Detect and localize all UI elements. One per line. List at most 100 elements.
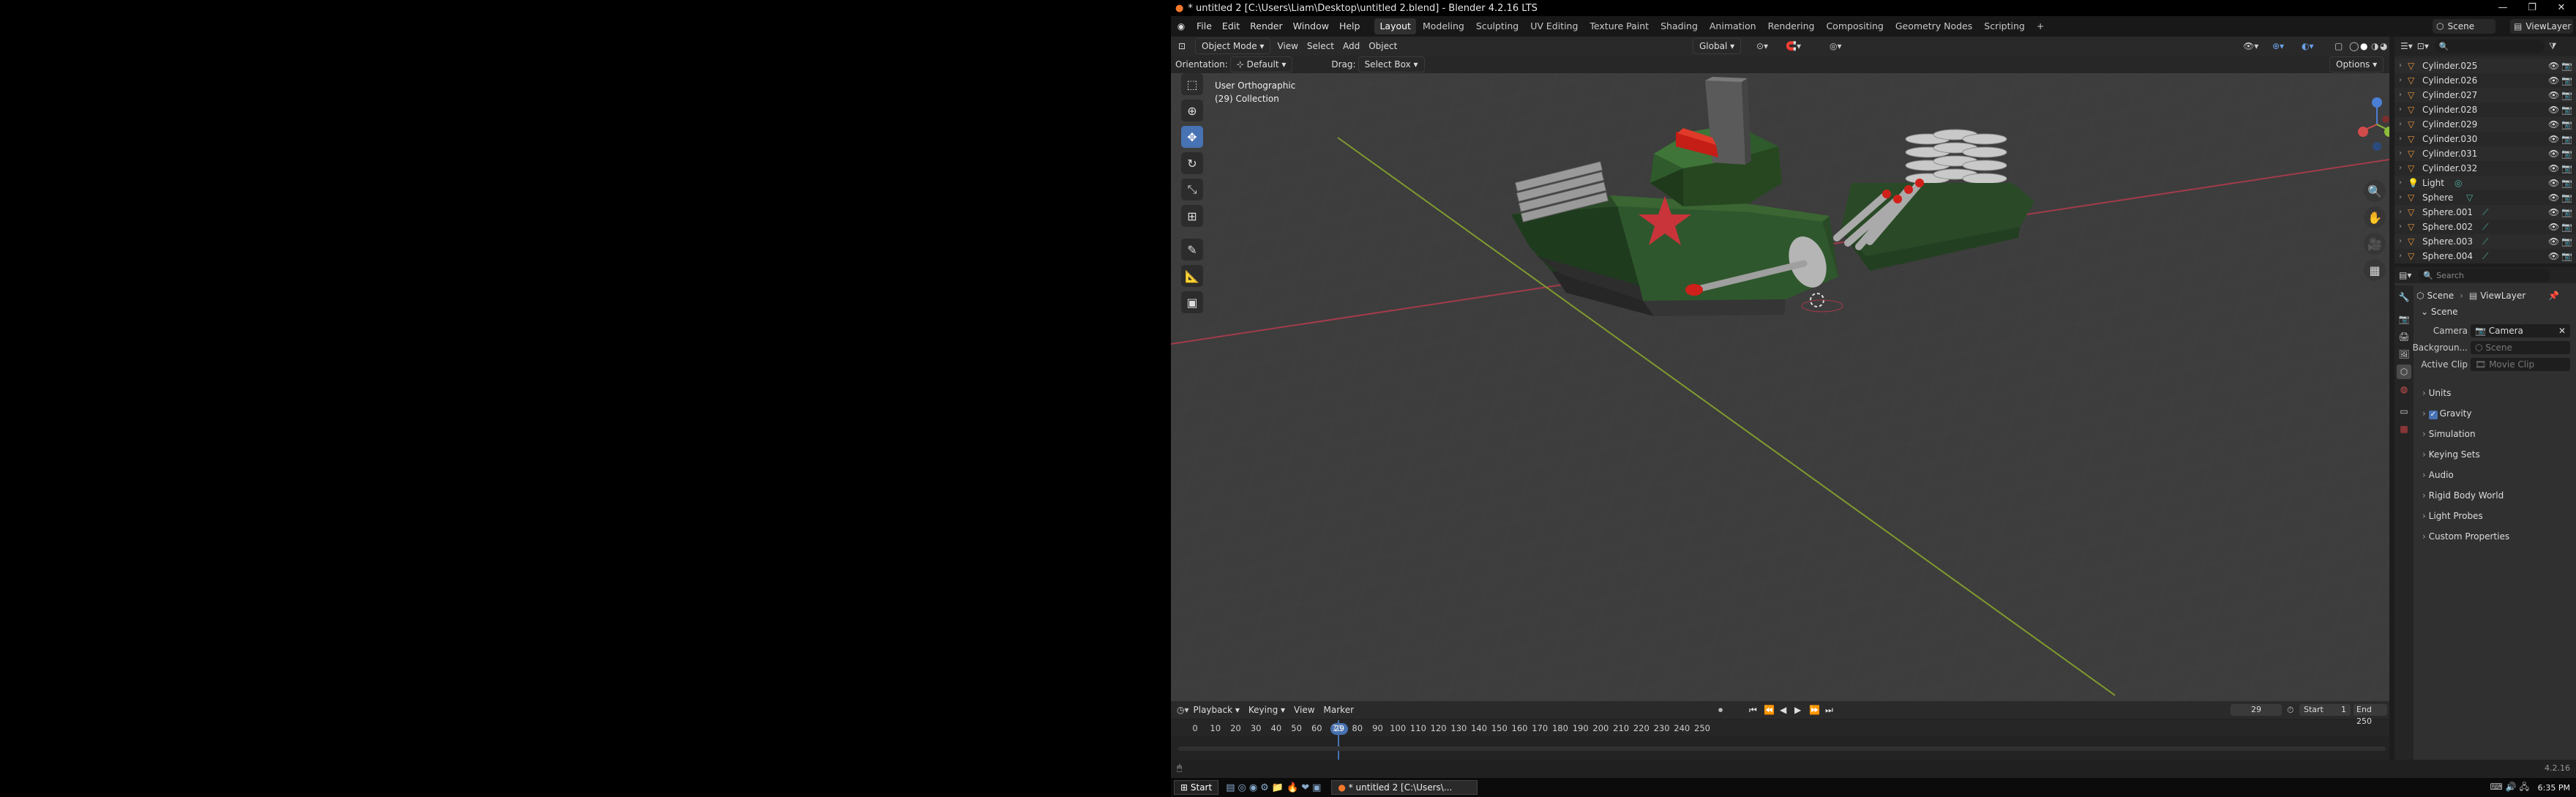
tab-rendering[interactable]: Rendering	[1763, 18, 1820, 34]
active-clip-field[interactable]: 🎞 Movie Clip	[2471, 358, 2570, 371]
tab-geometry-nodes[interactable]: Geometry Nodes	[1890, 18, 1977, 34]
scene-section-header[interactable]: ⌄ Scene	[2416, 304, 2573, 320]
menu-view[interactable]: View	[1273, 38, 1302, 54]
outliner-row[interactable]: › ▽ Cylinder.032 👁 📷	[2395, 161, 2576, 176]
taskbar-quicklaunch-icons[interactable]: ▤◎◉⚙📁🔥❤▣	[1226, 782, 1324, 793]
play-reverse-icon[interactable]: ◀	[1780, 705, 1786, 715]
shading-material-icon[interactable]: ◑	[2371, 41, 2378, 51]
expand-arrow-icon[interactable]: ›	[2399, 190, 2402, 205]
render-camera-icon[interactable]: 📷	[2561, 249, 2572, 263]
outliner-editor-icon[interactable]: ☰▾	[2400, 41, 2413, 51]
editor-type-icon[interactable]: ⊡	[1171, 41, 1193, 51]
gizmo-toggle-icon[interactable]: ⊕▾	[2272, 41, 2284, 51]
perspective-grid-icon[interactable]: ▦	[2364, 259, 2386, 281]
start-button[interactable]: ⊞ Start	[1174, 780, 1219, 795]
render-tab-icon[interactable]: 📷	[2397, 312, 2411, 326]
properties-search-field[interactable]: 🔍 Search	[2419, 269, 2551, 282]
record-icon[interactable]: ⏺	[1718, 705, 1723, 716]
expand-arrow-icon[interactable]: ›	[2399, 205, 2402, 220]
scene-tab-icon[interactable]: ⬡	[2397, 364, 2411, 379]
world-tab-icon[interactable]: ◍	[2397, 382, 2411, 397]
viewport-scene[interactable]	[1171, 37, 2389, 701]
outliner-search-field[interactable]: 🔍	[2434, 40, 2545, 53]
menu-object[interactable]: Object	[1364, 38, 1401, 54]
outliner-row[interactable]: › ▽ Sphere.003 ⟋ 👁 📷	[2395, 234, 2576, 249]
tab-texture-paint[interactable]: Texture Paint	[1584, 18, 1654, 34]
outliner-row[interactable]: › ▽ Cylinder.028 👁 📷	[2395, 102, 2576, 117]
jump-end-icon[interactable]: ⏭	[1825, 705, 1833, 716]
render-camera-icon[interactable]: 📷	[2561, 132, 2572, 146]
outliner-row[interactable]: › ▽ Sphere.002 ⟋ 👁 📷	[2395, 220, 2576, 234]
display-mode-icon[interactable]: ⊡▾	[2417, 41, 2429, 51]
play-icon[interactable]: ▶	[1794, 705, 1801, 715]
texture-tab-icon[interactable]: ▩	[2397, 422, 2411, 436]
menu-file[interactable]: File	[1191, 16, 1217, 37]
close-button[interactable]: ✕	[2547, 0, 2576, 16]
render-camera-icon[interactable]: 📷	[2561, 102, 2572, 117]
timeline-editor-icon[interactable]: ◷▾	[1177, 705, 1189, 715]
menu-marker[interactable]: Marker	[1319, 702, 1358, 718]
tab-animation[interactable]: Animation	[1704, 18, 1761, 34]
jump-start-icon[interactable]: ⏮	[1749, 705, 1757, 716]
render-camera-icon[interactable]: 📷	[2561, 88, 2572, 102]
render-camera-icon[interactable]: 📷	[2561, 73, 2572, 88]
visibility-eye-icon[interactable]: 👁	[2548, 220, 2559, 234]
visibility-eye-icon[interactable]: 👁	[2548, 205, 2559, 220]
tab-uv-editing[interactable]: UV Editing	[1525, 18, 1583, 34]
next-keyframe-icon[interactable]: ⏩	[1809, 705, 1820, 715]
proportional-edit-icon[interactable]: ◎▾	[1830, 41, 1842, 51]
visibility-eye-icon[interactable]: 👁	[2548, 234, 2559, 249]
maximize-button[interactable]: ❐	[2517, 0, 2547, 16]
tab-layout[interactable]: Layout	[1374, 18, 1416, 34]
menu-help[interactable]: Help	[1334, 16, 1366, 37]
snap-icon[interactable]: 🧲▾	[1786, 41, 1801, 51]
expand-arrow-icon[interactable]: ›	[2399, 59, 2402, 73]
menu-add[interactable]: Add	[1338, 38, 1364, 54]
clear-camera-icon[interactable]: ✕	[2558, 324, 2566, 337]
outliner-row[interactable]: › 💡 Light ◎ 👁 📷	[2395, 176, 2576, 190]
render-camera-icon[interactable]: 📷	[2561, 59, 2572, 73]
tab-shading[interactable]: Shading	[1655, 18, 1703, 34]
visibility-eye-icon[interactable]: 👁	[2548, 190, 2559, 205]
viewlayer-selector[interactable]: ▤ ViewLayer	[2510, 19, 2573, 34]
visibility-eye-icon[interactable]: 👁	[2548, 117, 2559, 132]
timeline-scroll[interactable]	[1178, 747, 2386, 751]
expand-arrow-icon[interactable]: ›	[2399, 146, 2402, 161]
gravity-checkbox[interactable]: ✓	[2428, 411, 2438, 419]
menu-playback[interactable]: Playback ▾	[1189, 702, 1244, 718]
outliner-row[interactable]: › ▽ Sphere.004 ⟋ 👁 📷	[2395, 249, 2576, 263]
expand-arrow-icon[interactable]: ›	[2399, 161, 2402, 176]
expand-arrow-icon[interactable]: ›	[2399, 132, 2402, 146]
outliner-row[interactable]: › ▽ Cylinder.026 👁 📷	[2395, 73, 2576, 88]
use-preview-range-icon[interactable]: ⏱	[2287, 705, 2294, 716]
visibility-eye-icon[interactable]: 👁	[2548, 161, 2559, 176]
overlay-toggle-icon[interactable]: ◐▾	[2302, 41, 2314, 51]
menu-edit[interactable]: Edit	[1217, 16, 1245, 37]
expand-arrow-icon[interactable]: ›	[2399, 73, 2402, 88]
menu-timeline-view[interactable]: View	[1289, 702, 1319, 718]
menu-render[interactable]: Render	[1245, 16, 1288, 37]
outliner-row[interactable]: › ▽ Cylinder.027 👁 📷	[2395, 88, 2576, 102]
collection-tab-icon[interactable]: ▭	[2397, 404, 2411, 419]
pin-icon[interactable]: 📌	[2548, 291, 2559, 301]
outliner-row[interactable]: › ▽ Cylinder.030 👁 📷	[2395, 132, 2576, 146]
3d-viewport[interactable]: ⬚ ⊕ ✥ ↻ ⤡ ⊞ ✎ 📐 ▣ User Orthographic (29)…	[1171, 37, 2389, 701]
properties-section-header[interactable]: › Rigid Body World	[2416, 487, 2573, 504]
visibility-eye-icon[interactable]: 👁	[2548, 102, 2559, 117]
camera-view-icon[interactable]: 🎥	[2364, 233, 2386, 255]
move-tool[interactable]: ✥	[1181, 126, 1203, 148]
render-camera-icon[interactable]: 📷	[2561, 161, 2572, 176]
shading-rendered-icon[interactable]: ◕	[2380, 41, 2387, 51]
tab-compositing[interactable]: Compositing	[1821, 18, 1888, 34]
outliner-row[interactable]: › ▽ Cylinder.029 👁 📷	[2395, 117, 2576, 132]
visibility-eye-icon[interactable]: 👁	[2548, 146, 2559, 161]
properties-editor-icon[interactable]: ▤▾	[2399, 270, 2411, 280]
menu-window[interactable]: Window	[1288, 16, 1334, 37]
blender-menu-icon[interactable]: ◉	[1171, 21, 1191, 31]
visibility-eye-icon[interactable]: 👁	[2548, 73, 2559, 88]
tab-scripting[interactable]: Scripting	[1979, 18, 2030, 34]
outliner-row[interactable]: › ▽ Sphere ▽ 👁 📷	[2395, 190, 2576, 205]
drag-dropdown[interactable]: Select Box ▾	[1358, 56, 1425, 72]
tab-sculpting[interactable]: Sculpting	[1471, 18, 1524, 34]
render-camera-icon[interactable]: 📷	[2561, 234, 2572, 249]
